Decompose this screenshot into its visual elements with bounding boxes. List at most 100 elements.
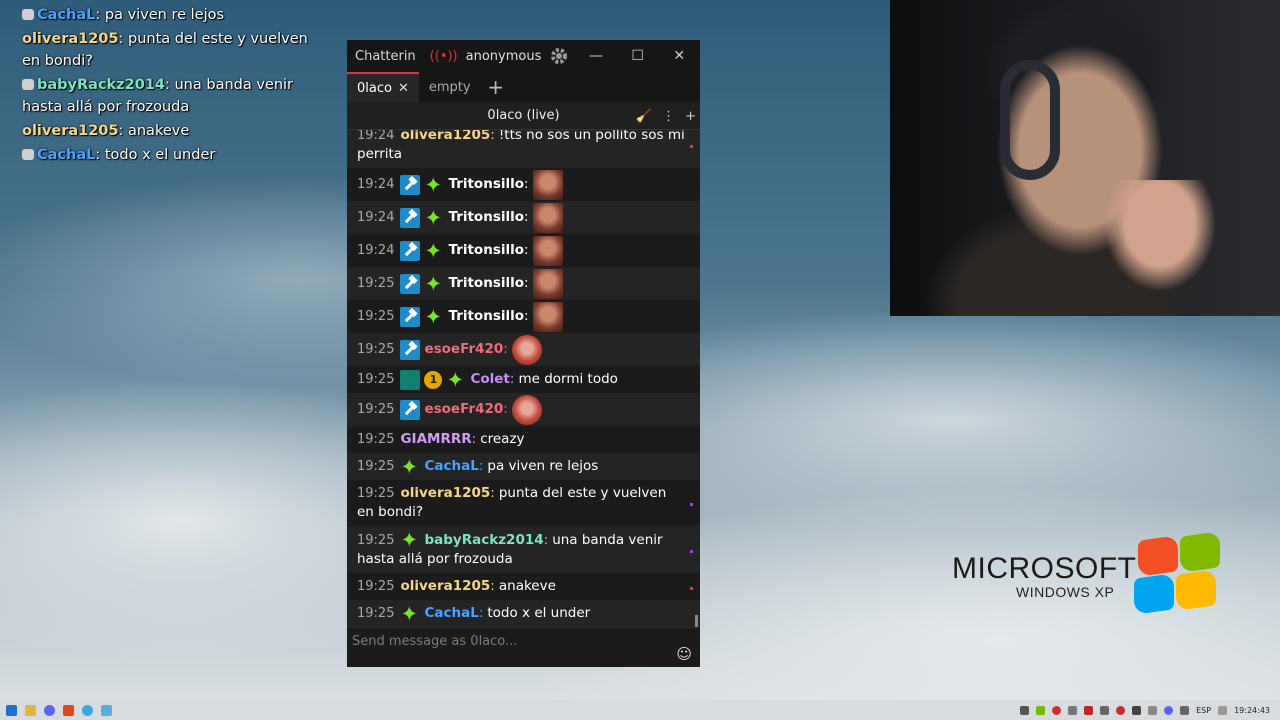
nvidia-tray-icon[interactable]: [1036, 705, 1046, 715]
emote-image[interactable]: [532, 235, 563, 266]
scrollbar[interactable]: [695, 615, 698, 627]
emote-image[interactable]: [532, 169, 563, 200]
message-text: me dormi todo: [518, 371, 618, 387]
sparkle-badge-icon: [446, 368, 466, 392]
message-timestamp: 19:24: [357, 130, 395, 143]
speaker-icon[interactable]: [1148, 705, 1158, 715]
chat-message[interactable]: 19:24 Tritonsillo:: [347, 168, 700, 201]
message-text: todo x el under: [487, 605, 591, 621]
chat-message[interactable]: 19:25 GIAMRRR: creazy: [347, 426, 700, 453]
chat-message[interactable]: 19:25 CachaL:pa viven re lejos: [347, 453, 700, 480]
message-username[interactable]: olivera1205: [400, 130, 490, 143]
chat-message[interactable]: 19:24 Tritonsillo:: [347, 201, 700, 234]
message-input[interactable]: Send message as 0laco... ☺: [347, 627, 700, 667]
chat-message[interactable]: 19:25babyRackz2014:una banda venir hasta…: [347, 526, 700, 573]
start-button-icon[interactable]: [6, 704, 17, 716]
taskbar: ESP 19:24:43: [0, 700, 1280, 720]
chat-message[interactable]: 19:25 Tritonsillo:: [347, 300, 700, 333]
message-username[interactable]: esoeFr420: [424, 400, 503, 419]
chat-message[interactable]: 19:25 olivera1205: anakeve: [347, 573, 700, 600]
close-tab-icon[interactable]: ✕: [398, 81, 409, 96]
more-menu-icon[interactable]: ⋮: [662, 109, 675, 124]
clock[interactable]: 19:24:43: [1234, 706, 1270, 715]
app-icon[interactable]: [82, 704, 93, 716]
username-colon: :: [524, 275, 529, 291]
message-timestamp: 19:25: [357, 606, 395, 621]
chat-message[interactable]: 19:25 esoeFr420:: [347, 393, 700, 426]
chatterino-taskbar-icon[interactable]: [101, 704, 112, 716]
tab-label: empty: [428, 79, 471, 95]
emote-image[interactable]: [511, 394, 542, 425]
chat-message[interactable]: 19:25 CachaL:todo x el under: [347, 600, 700, 627]
highlight-marker: [690, 503, 693, 506]
tray-icon[interactable]: [1100, 705, 1110, 715]
stream-chat-overlay: CachaL: pa viven re lejos olivera1205: pu…: [22, 4, 322, 168]
tray-icon[interactable]: [1084, 705, 1094, 715]
message-text: creazy: [480, 431, 525, 447]
notification-icon[interactable]: [1218, 705, 1228, 715]
logo-microsoft-text: MICROSOFT: [952, 552, 1137, 585]
username-colon: :: [490, 130, 495, 143]
emote-image[interactable]: [532, 268, 563, 299]
language-indicator[interactable]: ESP: [1196, 706, 1211, 715]
chat-message[interactable]: 19:25 olivera1205: punta del este y vuelve…: [347, 480, 700, 526]
tray-icon[interactable]: [1068, 705, 1078, 715]
message-timestamp: 19:25: [357, 309, 395, 324]
username-colon: :: [524, 176, 529, 192]
message-username[interactable]: Tritonsillo: [448, 274, 524, 293]
emote-image[interactable]: [532, 202, 563, 233]
emote-image[interactable]: [511, 334, 542, 365]
message-username[interactable]: Tritonsillo: [448, 175, 524, 194]
chatterino-window: Chatterin ((•)) anonymous — ☐ ✕ 0laco ✕ …: [347, 40, 700, 667]
overlay-username: CachaL: [37, 7, 96, 23]
message-username[interactable]: esoeFr420: [424, 340, 503, 359]
tab-empty[interactable]: empty: [419, 72, 481, 102]
tray-icon[interactable]: [1020, 705, 1030, 715]
account-switcher[interactable]: anonymous: [466, 49, 542, 64]
username-colon: :: [478, 458, 484, 474]
chat-message[interactable]: 19:25 1 Colet:me dormi todo: [347, 366, 700, 393]
mod-tools-icon[interactable]: 🧹: [636, 109, 652, 124]
chat-message[interactable]: 19:25 Tritonsillo:: [347, 267, 700, 300]
record-tray-icon[interactable]: [1052, 705, 1062, 715]
username-colon: :: [490, 578, 495, 594]
add-tab-button[interactable]: +: [481, 72, 511, 102]
username-colon: :: [478, 605, 484, 621]
brave-browser-icon[interactable]: [63, 704, 74, 716]
chat-message[interactable]: 19:25 esoeFr420:: [347, 333, 700, 366]
tray-icon[interactable]: [1116, 705, 1126, 715]
message-username[interactable]: Tritonsillo: [448, 208, 524, 227]
settings-gear-icon[interactable]: [549, 46, 569, 66]
emote-picker-icon[interactable]: ☺: [676, 645, 692, 663]
chat-message[interactable]: 19:24 olivera1205: !tts no sos un pollito …: [347, 130, 700, 168]
message-username[interactable]: Tritonsillo: [448, 307, 524, 326]
sparkle-badge-icon: [400, 455, 420, 479]
tray-icon[interactable]: [1132, 705, 1142, 715]
discord-icon[interactable]: [44, 704, 55, 716]
sparkle-badge-icon: [424, 206, 444, 230]
message-input-placeholder: Send message as 0laco...: [352, 634, 518, 649]
chat-message[interactable]: 19:24 Tritonsillo:: [347, 234, 700, 267]
tab-0laco[interactable]: 0laco ✕: [347, 72, 419, 102]
message-username[interactable]: CachaL: [424, 604, 478, 623]
overlay-username: CachaL: [37, 147, 96, 163]
emote-image[interactable]: [532, 301, 563, 332]
message-username[interactable]: CachaL: [424, 457, 478, 476]
message-list[interactable]: 19:24 olivera1205: !tts no sos un pollito …: [347, 130, 700, 627]
message-username[interactable]: babyRackz2014: [424, 532, 543, 548]
file-explorer-icon[interactable]: [25, 704, 36, 716]
message-username[interactable]: olivera1205: [400, 577, 490, 596]
chat-bubble-icon: [22, 149, 34, 160]
close-window-button[interactable]: ✕: [658, 40, 700, 72]
tab-label: 0laco: [357, 80, 392, 96]
message-username[interactable]: Colet: [470, 370, 509, 389]
message-username[interactable]: olivera1205: [400, 485, 490, 501]
discord-tray-icon[interactable]: [1164, 705, 1174, 715]
network-icon[interactable]: [1180, 705, 1190, 715]
message-timestamp: 19:25: [357, 486, 395, 501]
maximize-button[interactable]: ☐: [617, 40, 659, 72]
message-username[interactable]: Tritonsillo: [448, 241, 524, 260]
message-username[interactable]: GIAMRRR: [400, 430, 471, 449]
add-split-icon[interactable]: +: [685, 109, 696, 124]
minimize-button[interactable]: —: [575, 40, 617, 72]
